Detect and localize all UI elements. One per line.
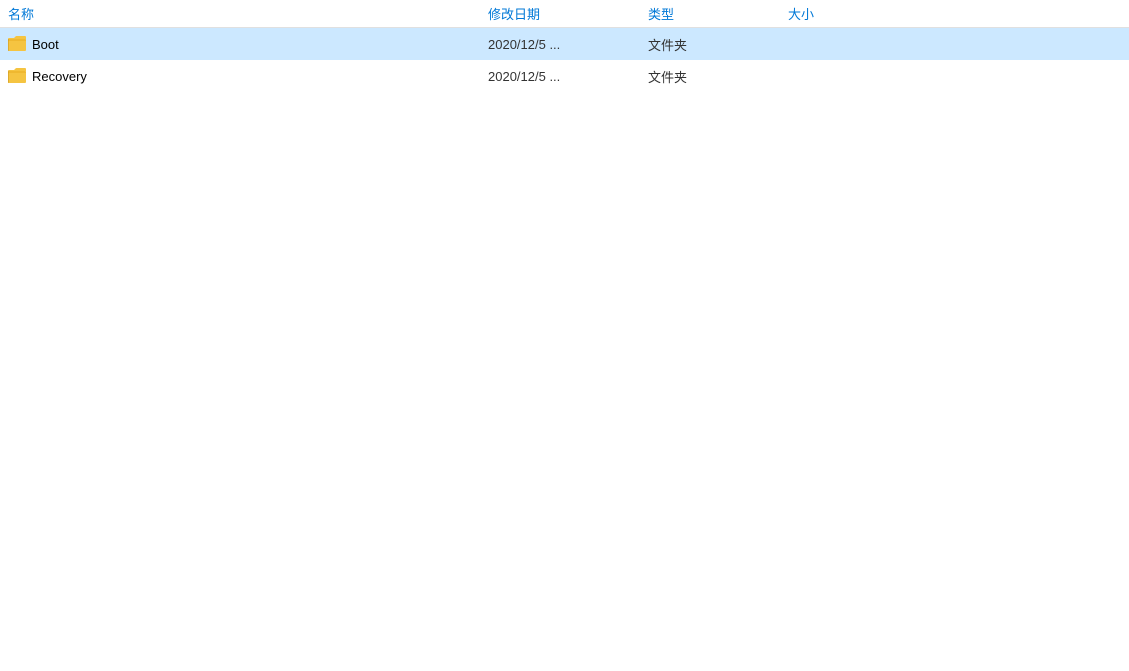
file-date-cell: 2020/12/5 ...	[488, 37, 648, 52]
header-date[interactable]: 修改日期	[488, 4, 648, 23]
file-list: Boot 2020/12/5 ... 文件夹 Recovery 2020/1	[0, 28, 1129, 671]
file-name-label: Recovery	[32, 69, 87, 84]
header-type[interactable]: 类型	[648, 4, 788, 23]
header-size[interactable]: 大小	[788, 4, 908, 23]
folder-icon	[8, 68, 26, 84]
file-type-cell: 文件夹	[648, 67, 788, 86]
file-type-cell: 文件夹	[648, 35, 788, 54]
table-row[interactable]: Boot 2020/12/5 ... 文件夹	[0, 28, 1129, 60]
column-headers: 名称 修改日期 类型 大小	[0, 0, 1129, 28]
file-name-cell: Boot	[8, 36, 488, 52]
file-name-cell: Recovery	[8, 68, 488, 84]
header-name[interactable]: 名称	[8, 4, 488, 23]
table-row[interactable]: Recovery 2020/12/5 ... 文件夹	[0, 60, 1129, 92]
file-explorer: 名称 修改日期 类型 大小	[0, 0, 1129, 671]
folder-icon	[8, 36, 26, 52]
file-date-cell: 2020/12/5 ...	[488, 69, 648, 84]
file-name-label: Boot	[32, 37, 59, 52]
